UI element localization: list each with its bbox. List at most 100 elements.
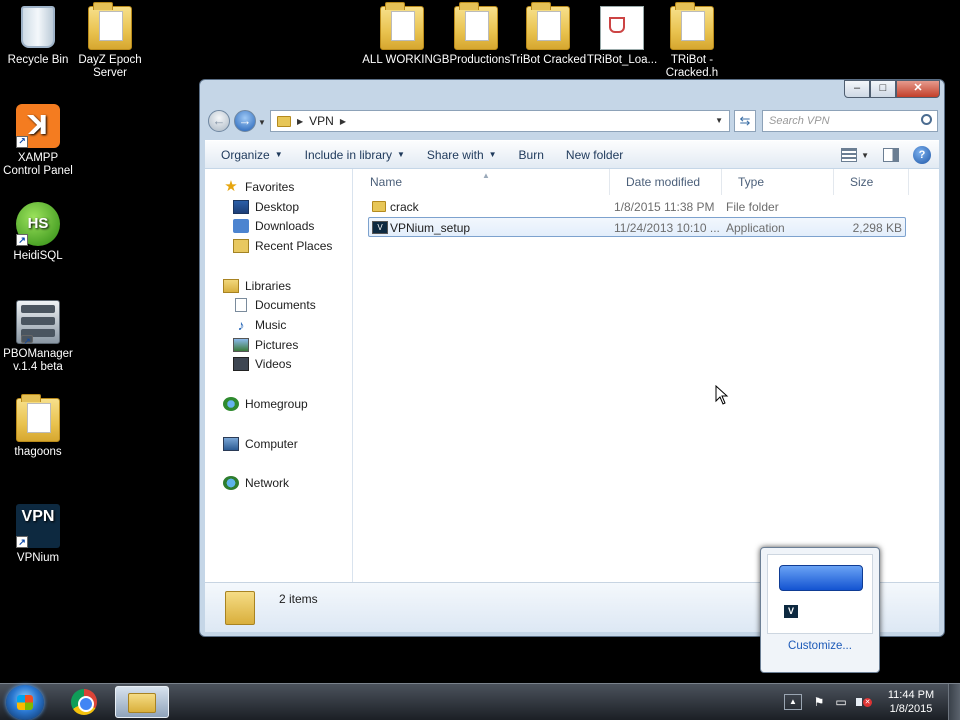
- show-hidden-icons-button[interactable]: ▲: [784, 694, 802, 710]
- address-bar[interactable]: ▶ VPN ▶ ▼: [270, 110, 730, 132]
- search-placeholder: Search VPN: [769, 115, 830, 127]
- tray-app-bar[interactable]: [779, 565, 863, 591]
- nav-music[interactable]: ♪ Music: [205, 315, 352, 335]
- close-button[interactable]: ✕: [896, 80, 940, 98]
- desktop-icon-heidisql[interactable]: HS ↗ HeidiSQL: [0, 202, 78, 263]
- pictures-icon: [233, 337, 249, 352]
- nav-recent-places[interactable]: Recent Places: [205, 236, 352, 256]
- desktop-icon-pbomanager[interactable]: ↗ PBOManager v.1.4 beta: [0, 300, 78, 374]
- help-icon[interactable]: ?: [913, 146, 931, 164]
- change-view-icon[interactable]: [841, 148, 858, 162]
- forward-button[interactable]: →: [234, 110, 256, 132]
- desktop-icon-tribot-cracked-h[interactable]: TRiBot - Cracked.h: [652, 2, 732, 80]
- desktop-icon-tribot-cracked[interactable]: TriBot Cracked: [508, 2, 588, 67]
- videos-icon: [233, 357, 249, 372]
- search-input[interactable]: Search VPN: [762, 110, 938, 132]
- taskbar-chrome[interactable]: [57, 686, 111, 718]
- include-in-library-menu[interactable]: Include in library ▼: [305, 148, 405, 162]
- desktop-icon-recycle-bin[interactable]: Recycle Bin: [0, 6, 78, 67]
- share-with-menu[interactable]: Share with ▼: [427, 148, 497, 162]
- burn-button[interactable]: Burn: [519, 148, 544, 162]
- java-file-icon: [600, 6, 644, 50]
- chevron-down-icon[interactable]: ▼: [861, 151, 869, 160]
- desktop-icon-label: thagoons: [14, 446, 62, 458]
- file-type: File folder: [726, 200, 779, 214]
- explorer-body: ★ Favorites Desktop Downloads Recent Plac…: [205, 169, 939, 582]
- recent-pages-dropdown[interactable]: ▼: [258, 118, 266, 127]
- start-button[interactable]: [6, 685, 44, 720]
- chevron-down-icon: ▼: [274, 150, 283, 159]
- desktop-icon-label: TriBot Cracked: [509, 54, 587, 66]
- new-folder-button[interactable]: New folder: [566, 148, 623, 162]
- refresh-button[interactable]: ⇆: [734, 110, 756, 132]
- nav-videos[interactable]: Videos: [205, 355, 352, 375]
- nav-documents[interactable]: Documents: [205, 295, 352, 315]
- chevron-down-icon: ▼: [488, 150, 497, 159]
- file-row[interactable]: V VPNium_setup 11/24/2013 10:10 ... Appl…: [368, 217, 906, 237]
- file-type: Application: [726, 221, 785, 235]
- desktop-icon-dayz-epoch-server[interactable]: DayZ Epoch Server: [70, 2, 150, 80]
- nav-network[interactable]: Network: [205, 474, 352, 494]
- caption-buttons: – □ ✕: [844, 80, 940, 98]
- vpnium-icon: VPN ↗: [16, 504, 60, 548]
- folder-icon: [88, 2, 132, 50]
- desktop-icon-bproductions[interactable]: BProductions: [436, 2, 516, 67]
- column-header-name[interactable]: Name ▲: [354, 169, 610, 195]
- desktop-icon-label: ALL WORKING: [362, 54, 442, 66]
- desktop-icon-label: BProductions: [441, 54, 511, 66]
- refresh-icon: ⇆: [739, 113, 751, 128]
- back-button[interactable]: ←: [208, 110, 230, 132]
- nav-downloads[interactable]: Downloads: [205, 216, 352, 236]
- volume-muted-icon[interactable]: ✕: [856, 695, 872, 709]
- notification-overflow-popup: V Customize...: [760, 547, 880, 673]
- nav-desktop[interactable]: Desktop: [205, 197, 352, 217]
- file-row[interactable]: crack 1/8/2015 11:38 PM File folder: [368, 197, 906, 217]
- taskbar-explorer[interactable]: [115, 686, 169, 718]
- flag-icon[interactable]: ⚑: [812, 695, 826, 709]
- folder-icon: [16, 394, 60, 442]
- desktop-icon-tribot-loader[interactable]: TRiBot_Loa...: [582, 6, 662, 67]
- chevron-right-icon[interactable]: ▶: [297, 117, 303, 126]
- preview-pane-icon[interactable]: [883, 148, 899, 162]
- desktop-icon-label: PBOManager v.1.4 beta: [3, 348, 73, 373]
- chevron-right-icon[interactable]: ▶: [340, 117, 346, 126]
- file-date: 1/8/2015 11:38 PM: [614, 200, 715, 214]
- notification-icons-area: V: [767, 554, 873, 634]
- desktop-icon-thagoons[interactable]: thagoons: [0, 394, 78, 459]
- show-desktop-button[interactable]: [948, 684, 960, 720]
- command-bar: Organize ▼ Include in library ▼ Share with…: [205, 140, 939, 168]
- file-list[interactable]: Name ▲ Date modified Type Size crack 1/8/…: [354, 169, 939, 582]
- nav-pictures[interactable]: Pictures: [205, 335, 352, 355]
- breadcrumb-vpn[interactable]: VPN: [309, 114, 334, 128]
- column-header-size[interactable]: Size: [834, 169, 909, 195]
- clock[interactable]: 11:44 PM 1/8/2015: [880, 688, 942, 716]
- desktop-icon-label: XAMPP Control Panel: [3, 152, 73, 177]
- network-icon[interactable]: ▭: [834, 695, 848, 709]
- desktop-icon-xampp[interactable]: ꓘ ↗ XAMPP Control Panel: [0, 104, 78, 178]
- folder-icon: [277, 115, 291, 127]
- vpnium-tray-icon[interactable]: V: [784, 605, 798, 618]
- computer-icon: [223, 436, 239, 451]
- desktop-icon-vpnium[interactable]: VPN ↗ VPNium: [0, 504, 78, 565]
- column-header-type[interactable]: Type: [722, 169, 834, 195]
- organize-menu[interactable]: Organize ▼: [221, 148, 283, 162]
- nav-favorites[interactable]: ★ Favorites: [205, 177, 352, 197]
- customize-link[interactable]: Customize...: [761, 640, 879, 652]
- music-icon: ♪: [237, 316, 245, 333]
- chevron-down-icon[interactable]: ▼: [715, 116, 723, 125]
- nav-computer[interactable]: Computer: [205, 434, 352, 454]
- nav-homegroup[interactable]: Homegroup: [205, 394, 352, 414]
- minimize-button[interactable]: –: [844, 80, 870, 98]
- folder-icon: [526, 2, 570, 50]
- nav-libraries[interactable]: Libraries: [205, 276, 352, 296]
- desktop-icon-label: DayZ Epoch Server: [78, 54, 142, 79]
- navigation-pane[interactable]: ★ Favorites Desktop Downloads Recent Plac…: [205, 169, 353, 582]
- desktop-icon-all-working[interactable]: ALL WORKING: [362, 2, 442, 67]
- maximize-button[interactable]: □: [870, 80, 896, 98]
- desktop-icon: [233, 199, 249, 214]
- folder-icon: [225, 591, 255, 625]
- column-header-date[interactable]: Date modified: [610, 169, 722, 195]
- star-icon: ★: [224, 177, 238, 195]
- desktop-icon-label: TRiBot - Cracked.h: [665, 54, 719, 79]
- search-icon[interactable]: [921, 114, 932, 125]
